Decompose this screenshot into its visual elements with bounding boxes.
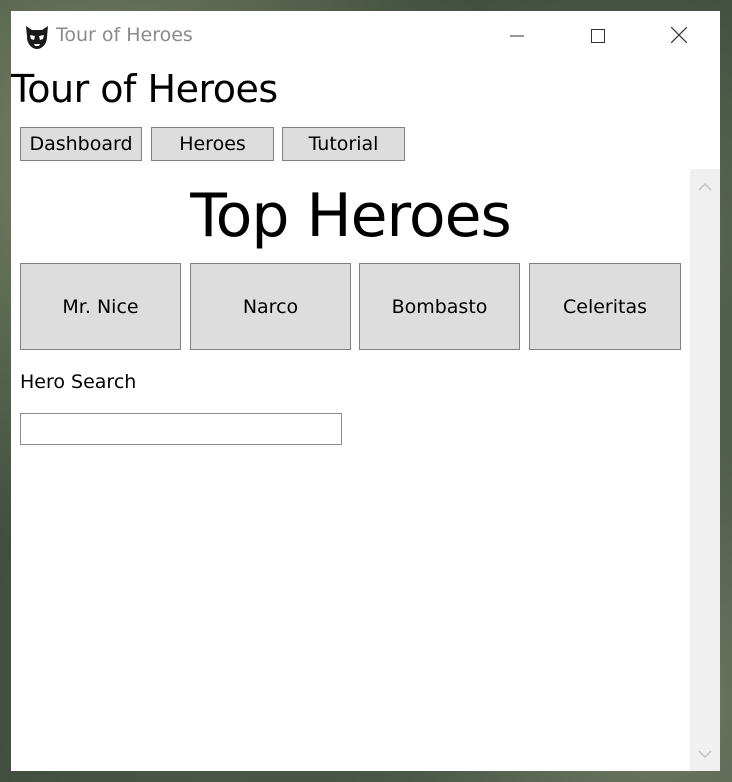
minimize-icon	[510, 28, 524, 47]
vertical-scrollbar[interactable]	[690, 169, 720, 771]
hero-grid: Mr. Nice Narco Bombasto Celeritas	[20, 263, 681, 350]
minimize-button[interactable]	[477, 11, 557, 63]
app-heading: Tour of Heroes	[11, 67, 278, 111]
close-button[interactable]	[639, 11, 719, 63]
nav-tutorial-button[interactable]: Tutorial	[282, 127, 405, 161]
hero-search-label: Hero Search	[20, 371, 137, 393]
nav-dashboard-button[interactable]: Dashboard	[20, 127, 142, 161]
top-heroes-title: Top Heroes	[190, 181, 512, 251]
hero-tile-celeritas[interactable]: Celeritas	[529, 263, 681, 350]
maximize-button[interactable]	[558, 11, 638, 63]
window-title: Tour of Heroes	[56, 24, 193, 46]
chevron-up-icon[interactable]	[698, 177, 712, 196]
chevron-down-icon[interactable]	[698, 744, 712, 763]
hero-tile-narco[interactable]: Narco	[190, 263, 351, 350]
title-bar[interactable]: Tour of Heroes	[11, 11, 720, 63]
hero-tile-bombasto[interactable]: Bombasto	[359, 263, 520, 350]
maximize-icon	[591, 28, 605, 47]
hero-search-input[interactable]	[20, 413, 342, 445]
nav-heroes-button[interactable]: Heroes	[151, 127, 274, 161]
close-icon	[670, 26, 688, 47]
hero-tile-mr-nice[interactable]: Mr. Nice	[20, 263, 181, 350]
helmet-icon	[23, 23, 51, 51]
app-window: Tour of Heroes Tour of Heroes Dashboard …	[11, 11, 720, 771]
